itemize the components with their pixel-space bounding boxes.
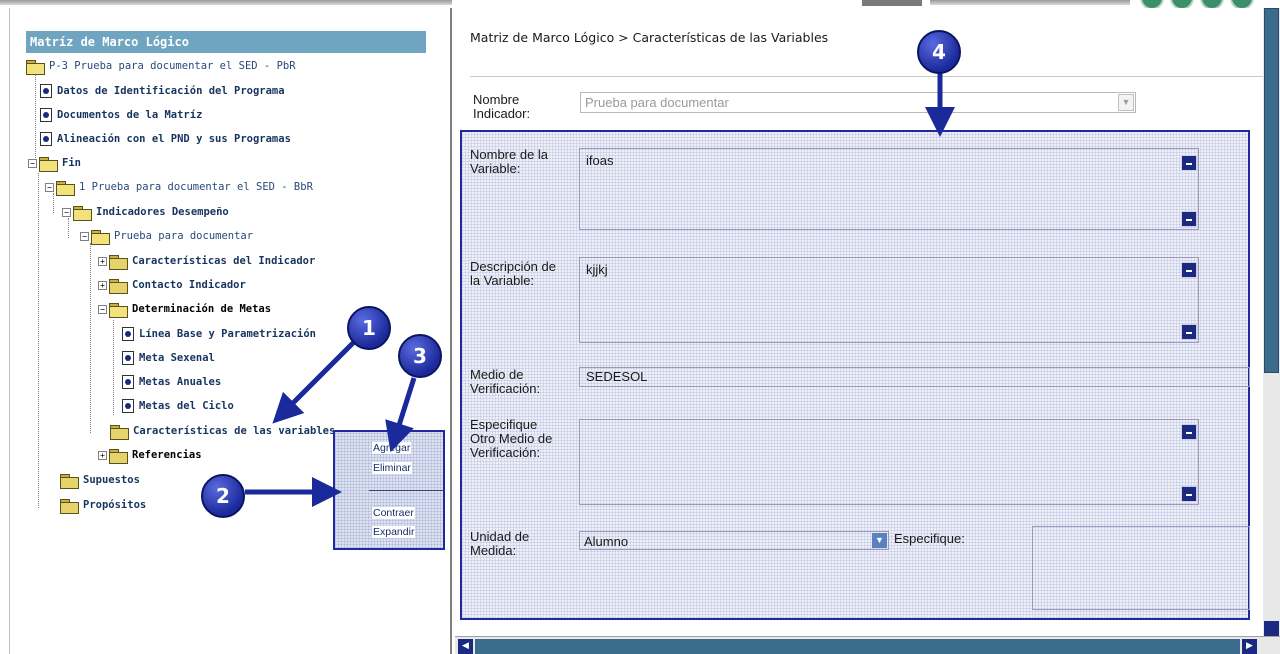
tree-item-propositos[interactable]: Propósitos bbox=[60, 496, 146, 514]
expand-icon[interactable]: + bbox=[98, 280, 107, 290]
tree-item-meta-sexenal[interactable]: Meta Sexenal bbox=[122, 349, 215, 367]
folder-open-icon bbox=[91, 229, 110, 245]
scroll-up-icon[interactable] bbox=[1181, 262, 1197, 278]
tree-item-datos[interactable]: Datos de Identificación del Programa bbox=[40, 82, 285, 100]
tree-item-fin[interactable]: − Fin bbox=[28, 154, 81, 172]
nombre-indicador-label: Nombre Indicador: bbox=[473, 92, 531, 121]
document-icon bbox=[40, 108, 52, 122]
collapse-icon[interactable]: − bbox=[45, 182, 54, 192]
menu-item-contraer[interactable]: Contraer bbox=[372, 507, 415, 519]
collapse-icon[interactable]: − bbox=[80, 231, 89, 241]
textarea-scrollbar[interactable] bbox=[1180, 149, 1198, 229]
expand-icon[interactable]: + bbox=[98, 256, 107, 266]
tree-root[interactable]: P-3 Prueba para documentar el SED - PbR bbox=[26, 57, 296, 75]
window-top-strip bbox=[0, 0, 1280, 10]
folder-icon bbox=[60, 473, 79, 489]
chevron-down-icon[interactable]: ▼ bbox=[1118, 94, 1134, 111]
nombre-variable-textarea[interactable]: ifoas bbox=[579, 148, 1199, 230]
scroll-down-icon[interactable] bbox=[1181, 211, 1197, 227]
textarea-scrollbar[interactable] bbox=[1180, 258, 1198, 342]
chevron-down-icon[interactable]: ▼ bbox=[872, 533, 887, 548]
tree-item-metas-ciclo[interactable]: Metas del Ciclo bbox=[122, 397, 234, 415]
otro-medio-textarea[interactable] bbox=[579, 419, 1199, 505]
scroll-down-icon[interactable] bbox=[1181, 486, 1197, 502]
tree-item-referencias[interactable]: + Referencias bbox=[98, 446, 202, 464]
tree-header: Matríz de Marco Lógico bbox=[26, 31, 426, 53]
folder-icon bbox=[109, 254, 128, 270]
document-icon bbox=[122, 399, 134, 413]
menu-item-eliminar[interactable]: Eliminar bbox=[372, 462, 412, 474]
document-icon bbox=[122, 375, 134, 389]
tree-item-determinacion[interactable]: − Determinación de Metas bbox=[98, 300, 271, 318]
document-icon bbox=[122, 351, 134, 365]
annotation-marker-1: 1 bbox=[347, 306, 391, 350]
folder-open-icon bbox=[56, 180, 75, 196]
especifique-label: Especifique: bbox=[894, 531, 965, 546]
tree-item-metas-anuales[interactable]: Metas Anuales bbox=[122, 373, 221, 391]
collapse-icon[interactable]: − bbox=[98, 304, 107, 314]
vertical-scrollbar[interactable] bbox=[1263, 8, 1280, 636]
folder-icon bbox=[60, 498, 79, 514]
folder-open-icon bbox=[26, 59, 45, 75]
textarea-scrollbar[interactable] bbox=[1180, 420, 1198, 504]
scroll-down-icon[interactable] bbox=[1181, 324, 1197, 340]
nombre-variable-label: Nombre de la Variable: bbox=[470, 147, 549, 176]
folder-open-icon bbox=[109, 302, 128, 318]
descripcion-variable-textarea[interactable]: kjjkj bbox=[579, 257, 1199, 343]
folder-icon bbox=[110, 424, 129, 440]
scroll-right-icon[interactable]: ▶ bbox=[1242, 639, 1257, 654]
document-icon bbox=[40, 84, 52, 98]
folder-open-icon bbox=[73, 205, 92, 221]
scroll-left-icon[interactable]: ◀ bbox=[458, 639, 473, 654]
medio-verificacion-input[interactable]: SEDESOL bbox=[579, 367, 1250, 387]
document-icon bbox=[122, 327, 134, 341]
otro-medio-label: Especifique Otro Medio de Verificación: bbox=[470, 417, 553, 460]
annotation-marker-3: 3 bbox=[398, 334, 442, 378]
tree-item-fin-child[interactable]: − 1 Prueba para documentar el SED - BbR bbox=[45, 178, 313, 196]
menu-separator bbox=[369, 490, 443, 491]
variables-form: Nombre de la Variable: ifoas Descripción… bbox=[460, 130, 1250, 620]
annotation-marker-4: 4 bbox=[917, 30, 961, 74]
divider bbox=[470, 76, 1265, 77]
document-icon bbox=[40, 132, 52, 146]
tree-item-caracteristicas-variables[interactable]: Características de las variables bbox=[110, 422, 335, 440]
folder-open-icon bbox=[39, 156, 58, 172]
menu-item-agregar[interactable]: Agregar bbox=[372, 442, 412, 454]
scroll-up-icon[interactable] bbox=[1181, 155, 1197, 171]
unidad-medida-select[interactable]: Alumno ▼ bbox=[579, 531, 889, 550]
descripcion-variable-label: Descripción de la Variable: bbox=[470, 259, 556, 288]
context-menu: Agregar Eliminar Contraer Expandir bbox=[333, 430, 445, 550]
horizontal-scrollbar[interactable]: ◀ ▶ bbox=[455, 636, 1280, 654]
expand-icon[interactable]: + bbox=[98, 450, 107, 460]
breadcrumb: Matriz de Marco Lógico > Características… bbox=[470, 30, 829, 45]
especifique-textarea[interactable] bbox=[1032, 526, 1250, 610]
tree-item-supuestos[interactable]: Supuestos bbox=[60, 471, 140, 489]
folder-icon bbox=[109, 448, 128, 464]
menu-item-expandir[interactable]: Expandir bbox=[372, 526, 416, 538]
scrollbar-thumb[interactable] bbox=[1264, 8, 1279, 373]
tree-item-prueba[interactable]: − Prueba para documentar bbox=[80, 227, 253, 245]
tree-item-linea-base[interactable]: Línea Base y Parametrización bbox=[122, 325, 316, 343]
main-pane: Matriz de Marco Lógico > Características… bbox=[455, 8, 1265, 636]
tree-item-caracteristicas-indicador[interactable]: + Características del Indicador bbox=[98, 252, 315, 270]
collapse-icon[interactable]: − bbox=[62, 207, 71, 217]
annotation-marker-2: 2 bbox=[201, 474, 245, 518]
tree-item-alineacion[interactable]: Alineación con el PND y sus Programas bbox=[40, 130, 291, 148]
unidad-medida-label: Unidad de Medida: bbox=[470, 529, 530, 558]
medio-verificacion-label: Medio de Verificación: bbox=[470, 367, 541, 396]
collapse-icon[interactable]: − bbox=[28, 158, 37, 168]
tree-item-indicadores[interactable]: − Indicadores Desempeño bbox=[62, 203, 229, 221]
scroll-up-icon[interactable] bbox=[1181, 424, 1197, 440]
nombre-indicador-select[interactable]: Prueba para documentar ▼ bbox=[580, 92, 1136, 113]
scrollbar-thumb[interactable] bbox=[475, 639, 1240, 654]
scroll-down-icon[interactable] bbox=[1264, 621, 1279, 636]
tree-item-documentos[interactable]: Documentos de la Matríz bbox=[40, 106, 202, 124]
folder-icon bbox=[109, 278, 128, 294]
tree-item-contacto[interactable]: + Contacto Indicador bbox=[98, 276, 246, 294]
